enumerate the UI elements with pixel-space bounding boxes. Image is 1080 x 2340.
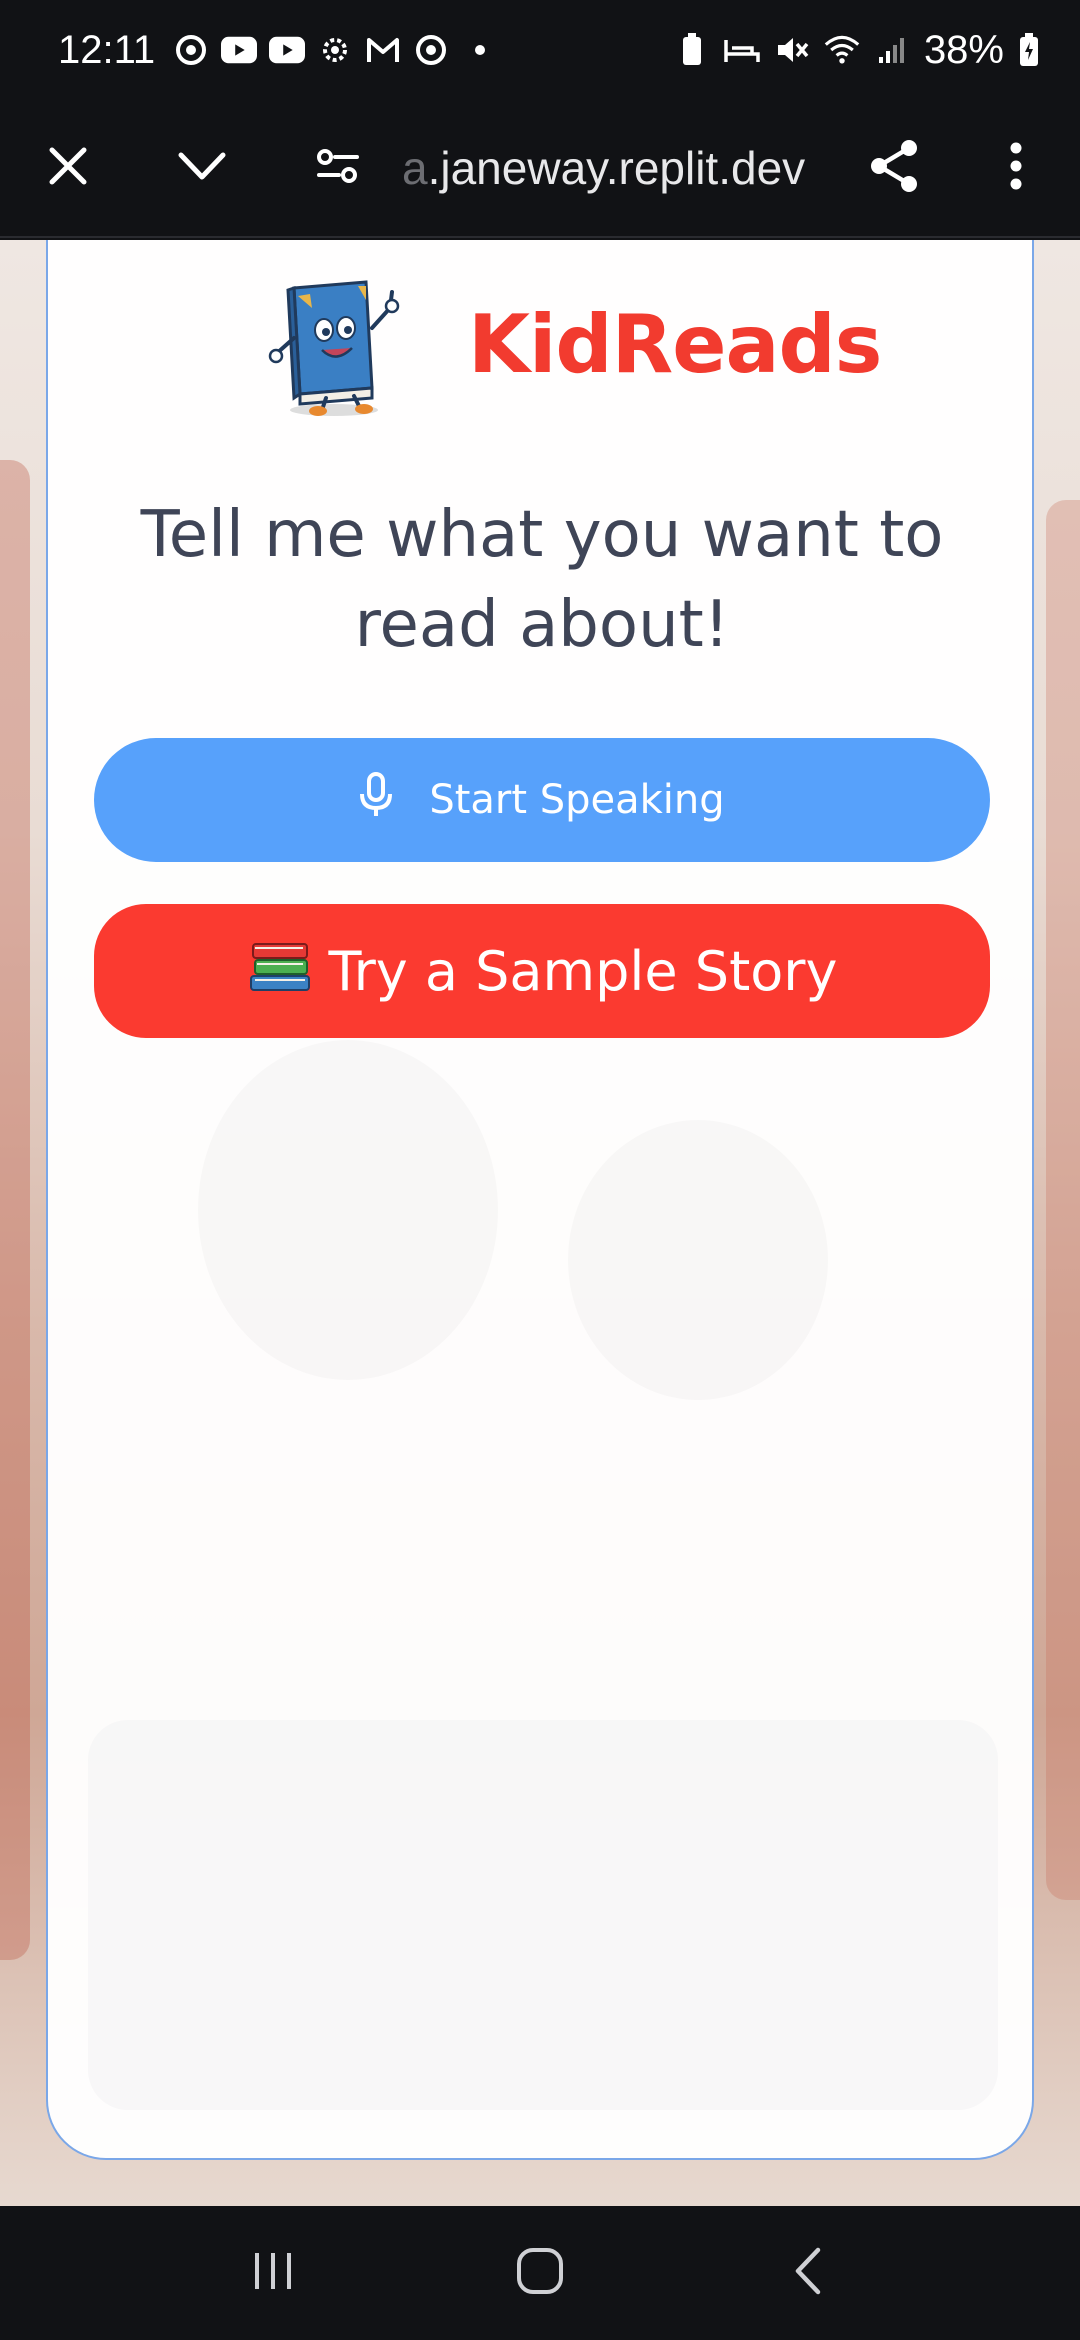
battery-saver-icon <box>674 32 710 68</box>
brand-name: KidReads <box>468 298 882 391</box>
background-story-box <box>88 1720 998 2110</box>
back-icon <box>792 2246 822 2300</box>
recent-apps-icon <box>251 2251 295 2295</box>
home-button[interactable] <box>495 2228 585 2318</box>
recent-apps-button[interactable] <box>228 2228 318 2318</box>
try-sample-story-label: Try a Sample Story <box>328 939 838 1003</box>
share-button[interactable] <box>854 128 934 208</box>
try-sample-story-button[interactable]: Try a Sample Story <box>94 904 990 1038</box>
chevron-down-icon <box>177 149 227 187</box>
background-decoration <box>1046 500 1080 1900</box>
site-settings-button[interactable] <box>298 128 378 208</box>
more-options-button[interactable] <box>976 128 1056 208</box>
background-decoration <box>0 460 30 1960</box>
system-nav-bar <box>0 2206 1080 2340</box>
wifi-icon <box>824 32 860 68</box>
url-bar[interactable]: a .janeway.replit.dev <box>402 128 832 208</box>
brand-header: KidReads <box>48 240 1032 420</box>
main-card: KidReads Tell me what you want to read a… <box>46 240 1034 2160</box>
home-icon <box>515 2246 565 2300</box>
books-icon <box>247 936 313 1007</box>
settings-gear-icon <box>317 34 353 66</box>
close-tab-button[interactable] <box>28 128 108 208</box>
close-icon <box>46 144 90 192</box>
more-vert-icon <box>1009 141 1023 195</box>
background-illustration <box>198 1040 498 1380</box>
start-speaking-button[interactable]: Start Speaking <box>94 738 990 862</box>
youtube-icon <box>269 34 306 66</box>
signal-icon <box>874 32 910 68</box>
mute-icon <box>774 32 810 68</box>
prompt-headline: Tell me what you want to read about! <box>140 498 944 662</box>
chrome-icon <box>413 34 449 66</box>
site-settings-icon <box>315 146 361 190</box>
back-button[interactable] <box>762 2228 852 2318</box>
status-bar: 12:11 38% <box>0 0 1080 100</box>
url-domain: .janeway.replit.dev <box>427 142 806 194</box>
share-icon <box>867 138 921 198</box>
minimize-button[interactable] <box>162 128 242 208</box>
book-mascot-logo <box>268 268 408 418</box>
youtube-icon <box>221 34 258 66</box>
web-content: KidReads Tell me what you want to read a… <box>0 240 1080 2206</box>
more-notifications-dot <box>475 45 486 55</box>
battery-percentage: 38% <box>923 27 1004 72</box>
gmail-icon <box>365 34 401 66</box>
microphone-icon <box>359 772 393 828</box>
battery-icon <box>1018 32 1040 68</box>
sleep-icon <box>724 32 760 68</box>
status-time: 12:11 <box>58 27 156 72</box>
url-prefix: a <box>402 142 428 194</box>
browser-toolbar: a .janeway.replit.dev <box>0 100 1080 238</box>
chrome-icon <box>173 34 209 66</box>
background-illustration <box>568 1120 828 1400</box>
start-speaking-label: Start Speaking <box>429 777 725 823</box>
system-icons: 38% <box>674 28 1040 73</box>
notification-icons <box>173 34 486 66</box>
